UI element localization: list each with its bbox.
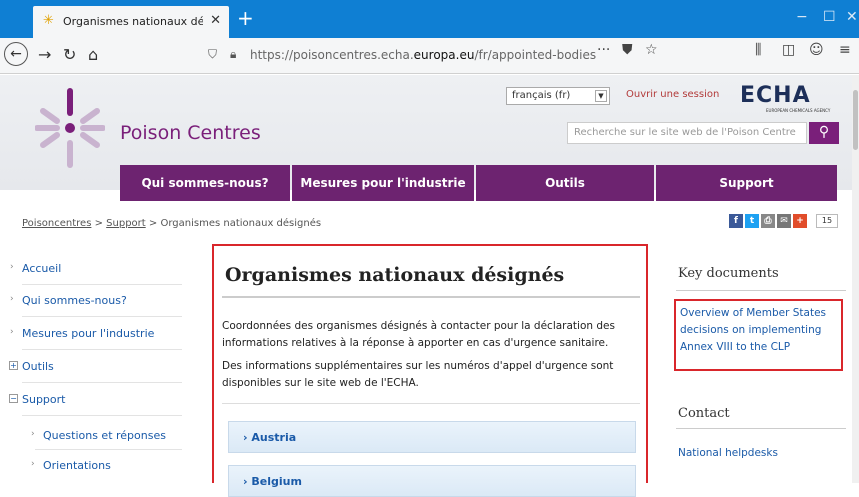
nav-outils[interactable]: Outils bbox=[476, 165, 654, 201]
breadcrumb-separator: > bbox=[94, 218, 103, 229]
main-navigation: Qui sommes-nous? Mesures pour l'industri… bbox=[120, 165, 837, 201]
breadcrumb-home[interactable]: Poisoncentres bbox=[22, 218, 91, 229]
divider bbox=[22, 349, 182, 350]
divider bbox=[676, 290, 846, 291]
page-title: Organismes nationaux désignés bbox=[225, 264, 565, 286]
url-text: https://poisoncentres.echa.europa.eu/fr/… bbox=[250, 48, 597, 62]
sidebar-item-mesures[interactable]: › Mesures pour l'industrie bbox=[10, 327, 155, 340]
breadcrumb: Poisoncentres > Support > Organismes nat… bbox=[22, 218, 321, 229]
close-tab-icon[interactable]: ✕ bbox=[210, 13, 221, 28]
echa-logo-subtitle: EUROPEAN CHEMICALS AGENCY bbox=[766, 108, 831, 113]
sidebar-item-label: Mesures pour l'industrie bbox=[22, 327, 155, 340]
info-paragraph: Des informations supplémentaires sur les… bbox=[222, 360, 614, 389]
menu-icon[interactable]: ≡ bbox=[839, 42, 851, 58]
divider bbox=[22, 382, 182, 383]
page-actions-icon[interactable]: ··· bbox=[597, 42, 610, 58]
share-count: 15 bbox=[816, 214, 838, 228]
divider bbox=[22, 316, 182, 317]
nav-mesures-industrie[interactable]: Mesures pour l'industrie bbox=[292, 165, 474, 201]
divider bbox=[222, 403, 640, 404]
site-favicon-icon: ✳ bbox=[43, 13, 54, 28]
breadcrumb-current: Organismes nationaux désignés bbox=[160, 218, 322, 229]
pocket-icon[interactable]: ⛊ bbox=[622, 42, 633, 58]
tab-title: Organismes nationaux désignés bbox=[63, 15, 203, 28]
share-plus-icon[interactable]: + bbox=[793, 214, 807, 228]
twitter-icon[interactable]: t bbox=[745, 214, 759, 228]
search-button[interactable]: ⚲ bbox=[809, 122, 839, 144]
main-content: Organismes nationaux désignés Coordonnée… bbox=[212, 244, 648, 497]
language-value: français (fr) bbox=[512, 90, 571, 101]
search-input[interactable]: Recherche sur le site web de l'Poison Ce… bbox=[567, 122, 807, 144]
national-helpdesks-link[interactable]: National helpdesks bbox=[678, 447, 778, 459]
search-icon: ⚲ bbox=[818, 124, 830, 140]
back-arrow-icon[interactable]: ← bbox=[4, 42, 28, 66]
accordion-belgium[interactable]: › Belgium bbox=[228, 465, 636, 497]
sidebar-item-outils[interactable]: + Outils bbox=[9, 360, 54, 373]
poison-centres-logo[interactable] bbox=[35, 83, 105, 173]
maximize-icon[interactable]: ☐ bbox=[823, 9, 836, 25]
login-link[interactable]: Ouvrir une session bbox=[626, 89, 719, 100]
sidebar-item-label: Orientations bbox=[43, 459, 111, 472]
share-bar: f t ⎙ ✉ + bbox=[729, 214, 807, 228]
echa-logo[interactable]: ECHA bbox=[740, 83, 811, 108]
chevron-down-icon: ▼ bbox=[595, 90, 607, 102]
minimize-icon[interactable]: − bbox=[796, 9, 808, 25]
account-icon[interactable]: ☺ bbox=[809, 42, 824, 58]
nav-qui-sommes-nous[interactable]: Qui sommes-nous? bbox=[120, 165, 290, 201]
site-name[interactable]: Poison Centres bbox=[120, 122, 261, 144]
collapse-icon[interactable]: − bbox=[9, 394, 18, 403]
divider bbox=[35, 449, 182, 450]
nav-support[interactable]: Support bbox=[656, 165, 837, 201]
sidebar-item-label: Outils bbox=[22, 360, 54, 373]
bookmark-star-icon[interactable]: ☆ bbox=[645, 42, 658, 58]
new-tab-icon[interactable]: + bbox=[237, 6, 254, 30]
window-close-icon[interactable]: ✕ bbox=[846, 9, 858, 25]
breadcrumb-support[interactable]: Support bbox=[106, 218, 146, 229]
browser-tab[interactable]: ✳ Organismes nationaux désignés ✕ bbox=[33, 6, 229, 38]
reload-icon[interactable]: ↻ bbox=[63, 45, 76, 64]
facebook-icon[interactable]: f bbox=[729, 214, 743, 228]
chevron-right-icon: › bbox=[10, 262, 14, 272]
accordion-austria[interactable]: › Austria bbox=[228, 421, 636, 453]
sidebar-item-label: Questions et réponses bbox=[43, 429, 166, 442]
sidebar-item-label: Qui sommes-nous? bbox=[22, 294, 127, 307]
sidebar-item-label: Support bbox=[22, 393, 66, 406]
divider bbox=[676, 428, 846, 429]
forward-arrow-icon[interactable]: → bbox=[38, 45, 51, 64]
key-documents-heading: Key documents bbox=[678, 266, 779, 281]
print-icon[interactable]: ⎙ bbox=[761, 214, 775, 228]
accordion-label: Austria bbox=[251, 431, 297, 444]
divider bbox=[22, 284, 182, 285]
lock-icon[interactable]: 🔒︎ bbox=[230, 47, 236, 62]
email-icon[interactable]: ✉ bbox=[777, 214, 791, 228]
sidebar-item-accueil[interactable]: › Accueil bbox=[10, 262, 62, 275]
divider bbox=[22, 415, 182, 416]
chevron-right-icon: › bbox=[10, 327, 14, 337]
browser-toolbar: ← → ↻ ⌂ ⛉ 🔒︎ https://poisoncentres.echa.… bbox=[0, 38, 859, 74]
chevron-right-icon: › bbox=[10, 294, 14, 304]
tracking-shield-icon[interactable]: ⛉ bbox=[208, 47, 217, 62]
browser-tab-bar: ✳ Organismes nationaux désignés ✕ + − ☐ … bbox=[0, 0, 859, 38]
contact-heading: Contact bbox=[678, 406, 730, 421]
breadcrumb-separator: > bbox=[148, 218, 158, 229]
chevron-right-icon: › bbox=[31, 429, 35, 439]
language-select[interactable]: français (fr) ▼ bbox=[506, 87, 610, 105]
sidebar-item-support[interactable]: − Support bbox=[9, 393, 66, 406]
sidebar-item-label: Accueil bbox=[22, 262, 62, 275]
divider bbox=[222, 296, 640, 298]
sidebar-item-questions[interactable]: › Questions et réponses bbox=[31, 429, 166, 442]
scrollbar-thumb[interactable] bbox=[853, 90, 858, 150]
sidebar-item-orientations[interactable]: › Orientations bbox=[31, 459, 111, 472]
sidebar-item-qui-sommes-nous[interactable]: › Qui sommes-nous? bbox=[10, 294, 127, 307]
chevron-right-icon: › bbox=[31, 459, 35, 469]
library-icon[interactable]: ⫼ bbox=[755, 42, 761, 58]
key-document-link[interactable]: Overview of Member States decisions on i… bbox=[674, 299, 843, 371]
expand-icon[interactable]: + bbox=[9, 361, 18, 370]
sidebar-toggle-icon[interactable]: ◫ bbox=[782, 42, 795, 58]
home-icon[interactable]: ⌂ bbox=[88, 45, 98, 64]
accordion-label: Belgium bbox=[251, 475, 302, 488]
intro-paragraph: Coordonnées des organismes désignés à co… bbox=[222, 320, 615, 349]
